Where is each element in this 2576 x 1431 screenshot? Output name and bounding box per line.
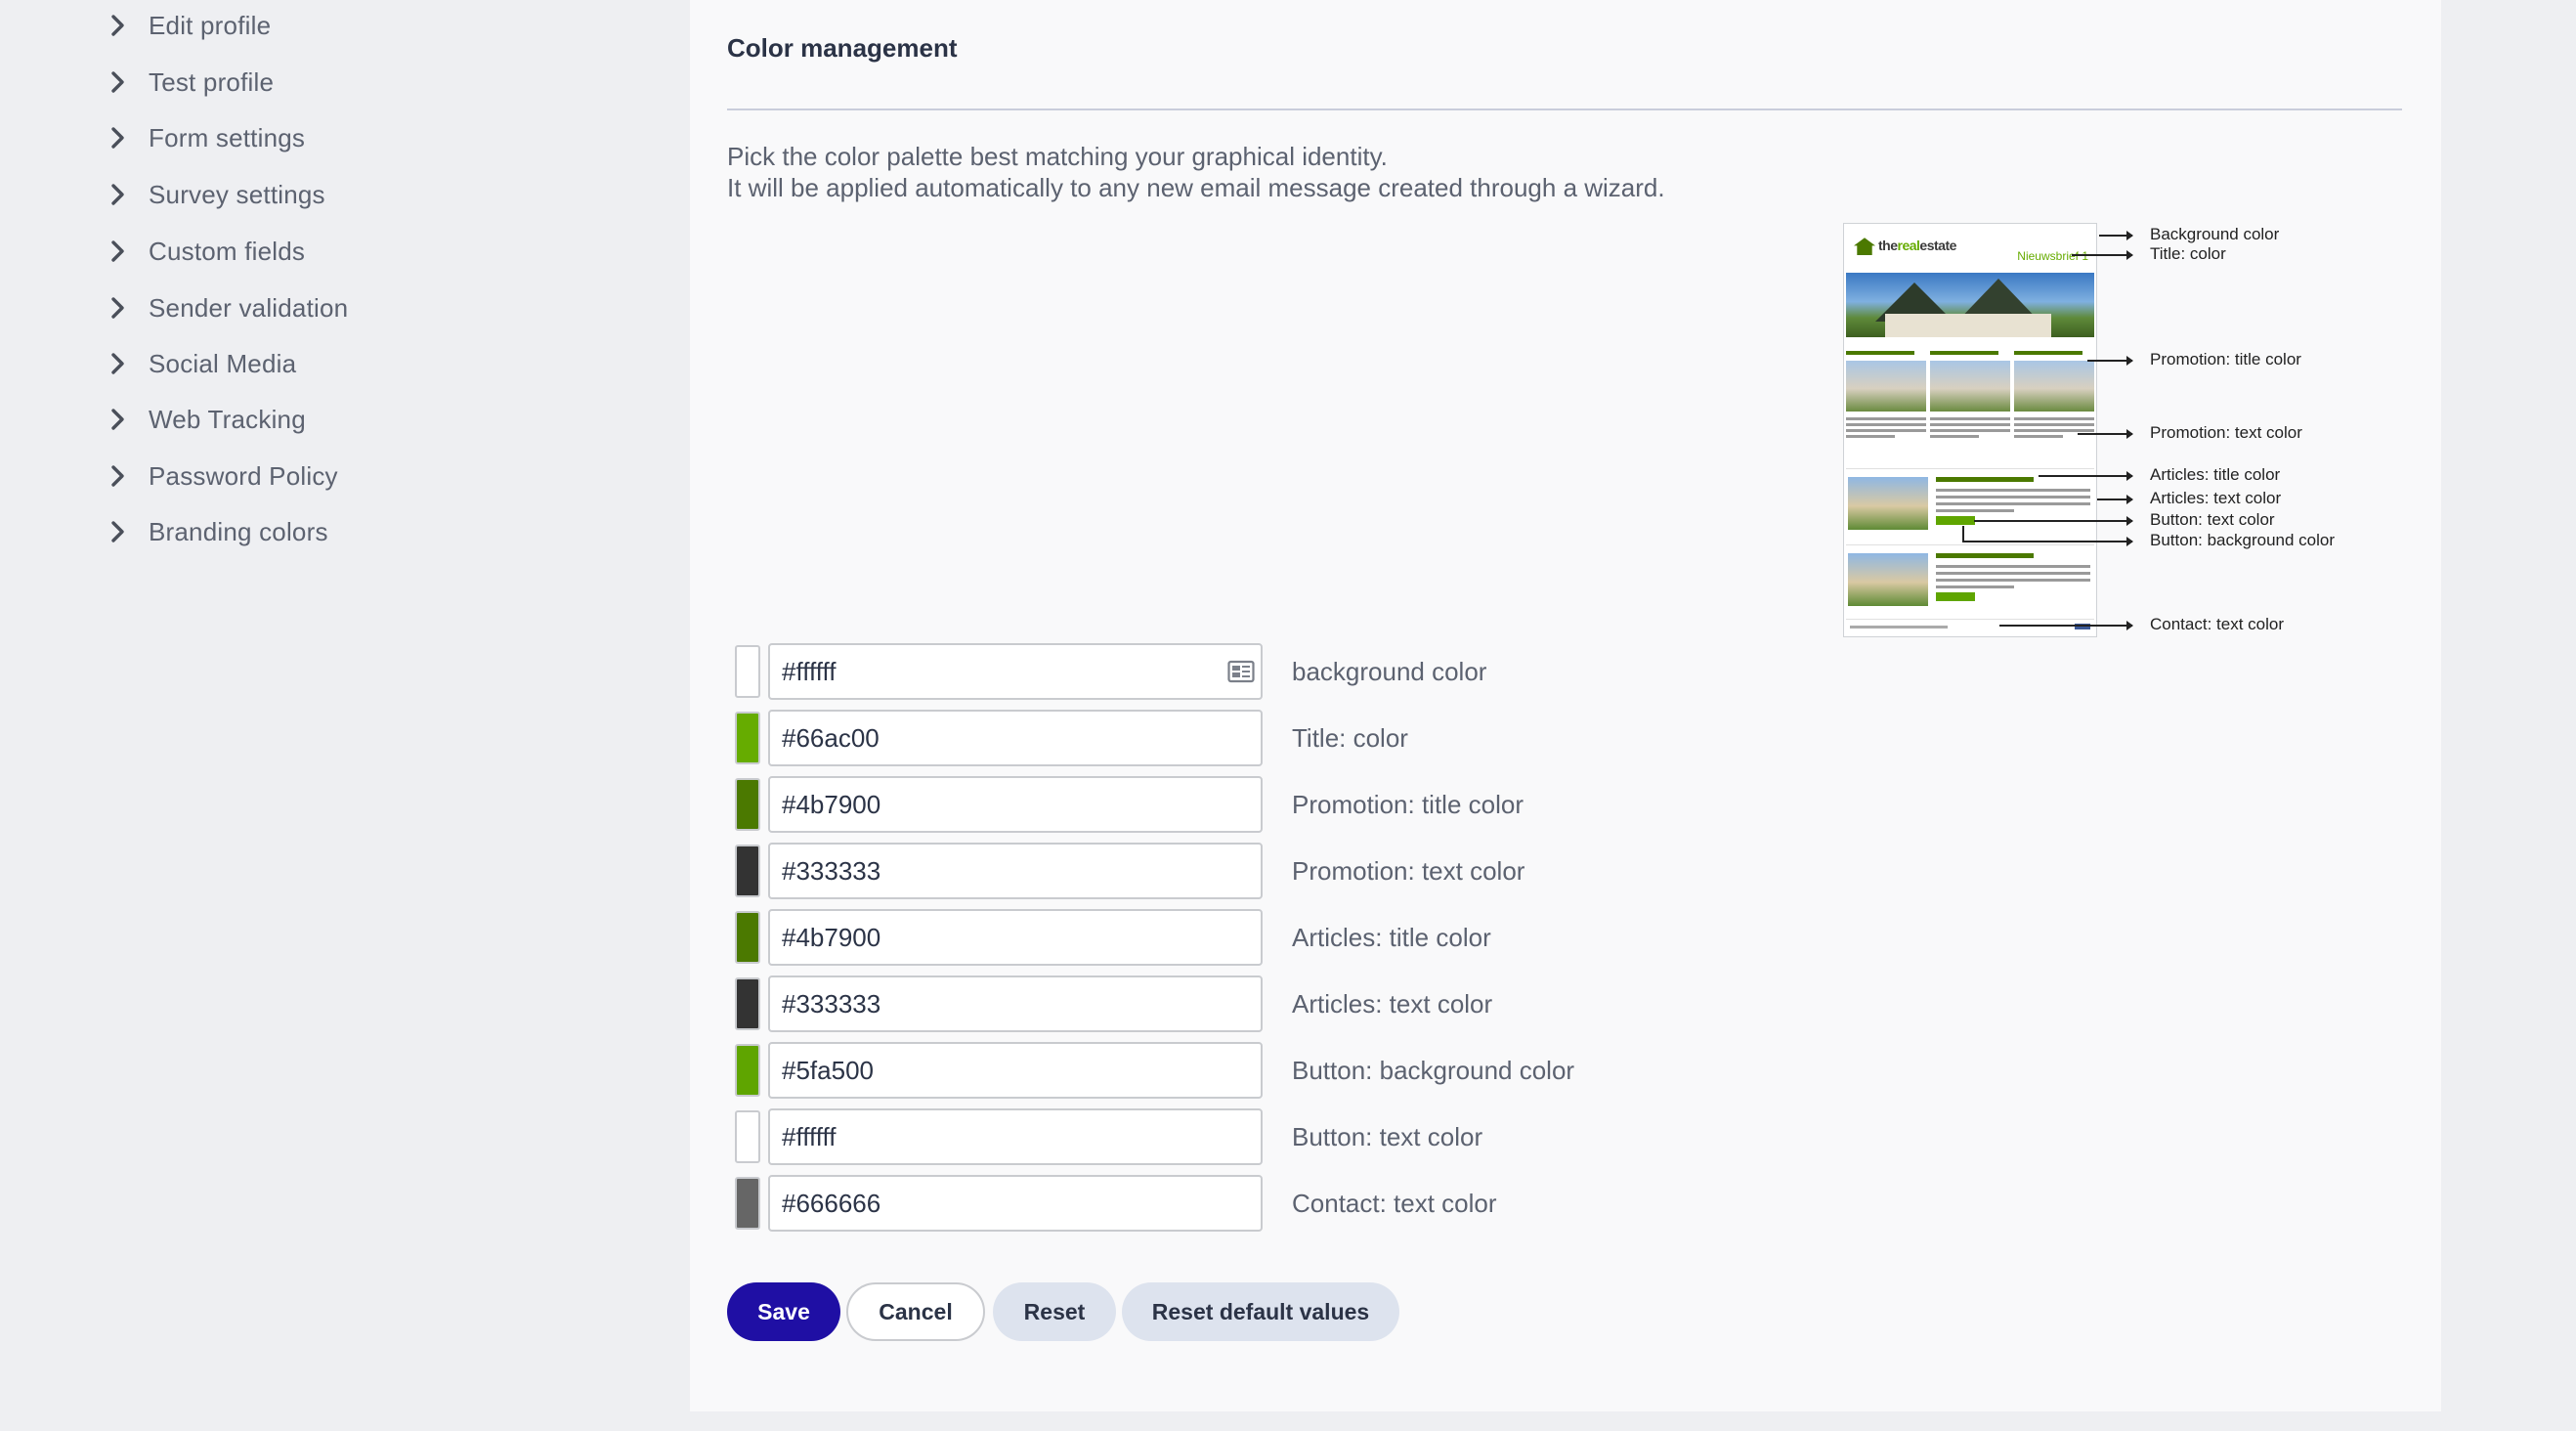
- annotation-label: Button: text color: [2150, 510, 2275, 529]
- color-input-promotion-text[interactable]: [768, 843, 1263, 899]
- color-swatch[interactable]: [735, 977, 760, 1030]
- color-row-label: Title: color: [1292, 723, 1408, 753]
- reset-button[interactable]: Reset: [993, 1282, 1116, 1341]
- chevron-right-icon: [107, 237, 129, 266]
- sidebar-item-password-policy[interactable]: Password Policy: [107, 455, 338, 498]
- color-input-promotion-title[interactable]: [768, 776, 1263, 833]
- sidebar-item-label: Edit profile: [149, 10, 272, 40]
- color-row-label: Articles: title color: [1292, 923, 1491, 952]
- color-input-title[interactable]: [768, 710, 1263, 766]
- color-input-articles-text[interactable]: [768, 976, 1263, 1032]
- color-row-label: Contact: text color: [1292, 1189, 1497, 1218]
- color-swatch[interactable]: [735, 778, 760, 831]
- color-input-button-text[interactable]: [768, 1108, 1263, 1165]
- chevron-right-icon: [107, 123, 129, 152]
- color-swatch[interactable]: [735, 845, 760, 897]
- chevron-right-icon: [107, 67, 129, 97]
- chevron-right-icon: [107, 461, 129, 491]
- sidebar-item-test-profile[interactable]: Test profile: [107, 61, 274, 104]
- color-row-background: background color: [735, 643, 1712, 700]
- mockup-promotions: [1846, 351, 2094, 449]
- color-input-button-background[interactable]: [768, 1042, 1263, 1099]
- color-row-contact-text: Contact: text color: [735, 1175, 1712, 1232]
- chevron-right-icon: [107, 349, 129, 378]
- annotation-label: Articles: title color: [2150, 465, 2281, 484]
- mockup-hero-image: [1846, 273, 2094, 337]
- house-icon: [1854, 238, 1875, 256]
- sidebar-item-survey-settings[interactable]: Survey settings: [107, 173, 325, 216]
- sidebar: Edit profile Test profile Form settings …: [0, 0, 690, 1431]
- reset-default-values-button[interactable]: Reset default values: [1122, 1282, 1399, 1341]
- sidebar-item-label: Sender validation: [149, 292, 349, 323]
- mockup-logo: therealestate: [1854, 238, 1956, 256]
- color-row-articles-title: Articles: title color: [735, 909, 1712, 966]
- mockup-article: [1846, 468, 2094, 537]
- newsletter-preview: therealestate Nieuwsbrief 1 Background c…: [1843, 221, 2429, 641]
- color-row-label: Articles: text color: [1292, 989, 1493, 1019]
- annotation-label: Promotion: text color: [2150, 423, 2302, 442]
- sidebar-item-label: Password Policy: [149, 460, 338, 491]
- cancel-button[interactable]: Cancel: [846, 1282, 985, 1341]
- color-input-articles-title[interactable]: [768, 909, 1263, 966]
- chevron-right-icon: [107, 180, 129, 209]
- chevron-right-icon: [107, 11, 129, 40]
- color-swatch[interactable]: [735, 712, 760, 764]
- intro-text: Pick the color palette best matching you…: [727, 141, 1665, 203]
- annotation-label: Background color: [2150, 225, 2280, 243]
- color-row-title: Title: color: [735, 710, 1712, 766]
- newsletter-mockup-image: therealestate Nieuwsbrief 1: [1843, 223, 2097, 637]
- annotation-label: Contact: text color: [2150, 615, 2285, 633]
- sidebar-item-edit-profile[interactable]: Edit profile: [107, 4, 271, 47]
- color-row-button-background: Button: background color: [735, 1042, 1712, 1099]
- intro-line: It will be applied automatically to any …: [727, 173, 1665, 202]
- color-row-button-text: Button: text color: [735, 1108, 1712, 1165]
- sidebar-item-label: Test profile: [149, 66, 275, 97]
- sidebar-item-label: Web Tracking: [149, 404, 306, 434]
- color-swatch[interactable]: [735, 1044, 760, 1097]
- color-picker-icon[interactable]: [1227, 659, 1255, 684]
- sidebar-item-social-media[interactable]: Social Media: [107, 342, 296, 385]
- sidebar-item-custom-fields[interactable]: Custom fields: [107, 230, 305, 273]
- sidebar-item-web-tracking[interactable]: Web Tracking: [107, 398, 306, 441]
- page-title: Color management: [727, 33, 958, 63]
- color-row-label: Button: background color: [1292, 1056, 1575, 1085]
- chevron-right-icon: [107, 293, 129, 323]
- mockup-article: [1846, 544, 2094, 613]
- annotation-label: Title: color: [2150, 244, 2226, 263]
- color-row-label: Promotion: title color: [1292, 790, 1524, 819]
- color-row-label: Promotion: text color: [1292, 856, 1525, 886]
- chevron-right-icon: [107, 517, 129, 546]
- color-row-articles-text: Articles: text color: [735, 976, 1712, 1032]
- color-swatch[interactable]: [735, 911, 760, 964]
- chevron-right-icon: [107, 405, 129, 434]
- annotation-label: Promotion: title color: [2150, 350, 2301, 369]
- divider: [727, 108, 2402, 110]
- color-input-contact-text[interactable]: [768, 1175, 1263, 1232]
- sidebar-item-label: Branding colors: [149, 516, 328, 546]
- sidebar-item-sender-validation[interactable]: Sender validation: [107, 286, 348, 329]
- annotation-label: Button: background color: [2150, 531, 2336, 549]
- sidebar-item-branding-colors[interactable]: Branding colors: [107, 510, 328, 553]
- sidebar-item-label: Form settings: [149, 122, 306, 152]
- sidebar-item-form-settings[interactable]: Form settings: [107, 116, 305, 159]
- color-row-promotion-title: Promotion: title color: [735, 776, 1712, 833]
- color-row-label: background color: [1292, 657, 1487, 686]
- annotation-label: Articles: text color: [2150, 489, 2282, 507]
- save-button[interactable]: Save: [727, 1282, 840, 1341]
- sidebar-item-label: Custom fields: [149, 236, 306, 266]
- sidebar-item-label: Survey settings: [149, 179, 325, 209]
- main-panel: Color management Pick the color palette …: [690, 0, 2441, 1411]
- color-swatch[interactable]: [735, 1177, 760, 1230]
- sidebar-item-label: Social Media: [149, 348, 297, 378]
- mockup-newsletter-title: Nieuwsbrief 1: [2017, 249, 2088, 263]
- color-row-label: Button: text color: [1292, 1122, 1483, 1151]
- color-swatch[interactable]: [735, 1110, 760, 1163]
- color-input-background[interactable]: [768, 643, 1263, 700]
- color-swatch[interactable]: [735, 645, 760, 698]
- color-row-promotion-text: Promotion: text color: [735, 843, 1712, 899]
- intro-line: Pick the color palette best matching you…: [727, 142, 1388, 171]
